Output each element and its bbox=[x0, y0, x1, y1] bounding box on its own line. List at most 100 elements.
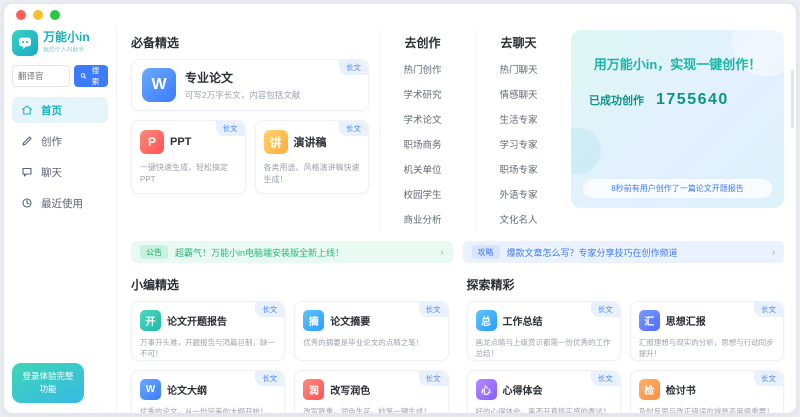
list-item[interactable]: 职场专家 bbox=[478, 156, 559, 181]
promo-panel[interactable]: 用万能小in，实现一键创作！ 已成功创作 1755640 8秒前有用户创作了一篇… bbox=[571, 30, 784, 208]
card-title: 论文大纲 bbox=[167, 382, 207, 397]
list-item[interactable]: 外语专家 bbox=[478, 181, 559, 206]
search-button-label: 搜索 bbox=[89, 65, 102, 87]
card-ppt[interactable]: P PPT 一键快速生成，轻松搞定PPT 长文 bbox=[131, 120, 246, 194]
long-form-badge: 长文 bbox=[591, 302, 620, 317]
card-title: 心得体会 bbox=[503, 382, 543, 397]
sidebar-item-home[interactable]: 首页 bbox=[12, 97, 108, 123]
list-item[interactable]: 商业分析 bbox=[382, 206, 463, 231]
list-item[interactable]: 生活专家 bbox=[478, 106, 559, 131]
section-create-list: 去创作 热门创作 学术研究 学术论文 职场商务 机关单位 校园学生 商业分析 bbox=[379, 30, 465, 231]
home-icon bbox=[21, 104, 33, 116]
sidebar-menu: 首页 创作 聊天 最近使用 bbox=[12, 97, 108, 216]
long-form-badge: 长文 bbox=[255, 371, 284, 386]
sidebar-item-create[interactable]: 创作 bbox=[12, 128, 108, 154]
search-icon bbox=[80, 72, 87, 80]
list-item[interactable]: 文化名人 bbox=[478, 206, 559, 231]
list-item[interactable]: 学术研究 bbox=[382, 81, 463, 106]
card-thesis-abstract[interactable]: 摘 论文摘要 优秀的摘要是毕业论文的点睛之笔！ 长文 bbox=[294, 301, 448, 361]
card-desc: 优秀的论文，从一份完美的大纲开始！ bbox=[140, 406, 276, 413]
long-form-badge: 长文 bbox=[255, 302, 284, 317]
card-rewrite-polish[interactable]: 润 改写润色 改写降重，润色生花，妙笔一键生成！ 长文 bbox=[294, 370, 448, 413]
sidebar-item-label: 首页 bbox=[41, 103, 62, 118]
app-window: 万能小in 我的个人AI助手 搜索 首页 创作 bbox=[3, 3, 797, 414]
long-form-badge: 长文 bbox=[339, 121, 368, 136]
fullscreen-button[interactable] bbox=[50, 10, 60, 20]
card-desc: 优秀的摘要是毕业论文的点睛之笔！ bbox=[303, 337, 439, 348]
card-thesis-proposal[interactable]: 开 论文开题报告 万事开头难，开题报告与鸿篇巨制，缺一不可！ 长文 bbox=[131, 301, 285, 361]
scrollbar[interactable] bbox=[791, 70, 794, 128]
logo: 万能小in 我的个人AI助手 bbox=[12, 28, 108, 65]
card-work-summary[interactable]: 总 工作总结 画龙点睛与上级赏识都需一份优秀的工作总结！ 长文 bbox=[467, 301, 621, 361]
promo-headline: 用万能小in，实现一键创作！ bbox=[583, 54, 772, 73]
card-desc: 可写2万字长文，内容包括文献 bbox=[185, 89, 300, 101]
card-title: 工作总结 bbox=[503, 313, 543, 328]
card-desc: 画龙点睛与上级赏识都需一份优秀的工作总结！ bbox=[476, 337, 612, 360]
login-button[interactable]: 登录体验完整功能 bbox=[12, 363, 84, 403]
notice-announcement[interactable]: 公告 超霸气！万能小in电脑端安装版全新上线！ › bbox=[131, 241, 453, 263]
section-editor-picks: 小编精选 开 论文开题报告 万事开头难，开题报告与鸿篇巨制，缺一不可！ 长文 bbox=[131, 272, 449, 413]
notice-guide[interactable]: 攻略 爆款文章怎么写？专家分享技巧在创作频道 › bbox=[463, 241, 785, 263]
long-form-badge: 长文 bbox=[419, 302, 448, 317]
card-title: 论文摘要 bbox=[330, 313, 370, 328]
section-chat-list: 去聊天 热门聊天 情感聊天 生活专家 学习专家 职场专家 外语专家 文化名人 bbox=[475, 30, 561, 231]
proposal-doc-icon: 开 bbox=[140, 310, 161, 331]
close-button[interactable] bbox=[16, 10, 26, 20]
search-button[interactable]: 搜索 bbox=[74, 65, 108, 87]
card-desc: 及时反思与改正错误的诚恳态度很重要！ bbox=[639, 406, 775, 413]
notice-text: 爆款文章怎么写？专家分享技巧在创作频道 bbox=[507, 246, 678, 259]
list-item[interactable]: 热门聊天 bbox=[478, 56, 559, 81]
list-item[interactable]: 职场商务 bbox=[382, 131, 463, 156]
list-item[interactable]: 学习专家 bbox=[478, 131, 559, 156]
app-title: 万能小in bbox=[43, 31, 92, 45]
minimize-button[interactable] bbox=[33, 10, 43, 20]
sidebar-item-label: 创作 bbox=[41, 134, 62, 149]
review-doc-icon: 检 bbox=[639, 379, 660, 400]
card-title: 演讲稿 bbox=[294, 134, 327, 150]
card-desc: 万事开头难，开题报告与鸿篇巨制，缺一不可！ bbox=[140, 337, 276, 360]
long-form-badge: 长文 bbox=[339, 60, 368, 75]
long-form-badge: 长文 bbox=[754, 371, 783, 386]
card-speech[interactable]: 讲 演讲稿 各类用途、风格演讲稿快速生成！ 长文 bbox=[255, 120, 370, 194]
section-explore: 探索精彩 总 工作总结 画龙点睛与上级赏识都需一份优秀的工作总结！ 长文 bbox=[467, 272, 785, 413]
long-form-badge: 长文 bbox=[754, 302, 783, 317]
card-thesis-outline[interactable]: W 论文大纲 优秀的论文，从一份完美的大纲开始！ 长文 bbox=[131, 370, 285, 413]
long-form-badge: 长文 bbox=[591, 371, 620, 386]
guide-badge: 攻略 bbox=[472, 245, 500, 259]
card-thought-report[interactable]: 汇 思想汇报 汇报理想与现实的分析，思想与行动同步提升！ 长文 bbox=[630, 301, 784, 361]
abstract-doc-icon: 摘 bbox=[303, 310, 324, 331]
sidebar: 万能小in 我的个人AI助手 搜索 首页 创作 bbox=[4, 26, 117, 413]
card-reflections[interactable]: 心 心得体会 好的心得体会，离不开真情实感的表达！ 长文 bbox=[467, 370, 621, 413]
card-title: 思想汇报 bbox=[666, 313, 706, 328]
chevron-right-icon: › bbox=[441, 247, 444, 257]
main-content: 必备精选 W 专业论文 可写2万字长文，内容包括文献 长文 P bbox=[117, 26, 796, 413]
chat-icon bbox=[21, 166, 33, 178]
card-desc: 各类用途、风格演讲稿快速生成！ bbox=[264, 162, 361, 187]
sidebar-item-label: 最近使用 bbox=[41, 196, 83, 211]
report-doc-icon: 汇 bbox=[639, 310, 660, 331]
card-desc: 一键快速生成，轻松搞定PPT bbox=[140, 162, 237, 187]
sidebar-item-chat[interactable]: 聊天 bbox=[12, 159, 108, 185]
card-desc: 汇报理想与现实的分析，思想与行动同步提升！ bbox=[639, 337, 775, 360]
sidebar-item-recent[interactable]: 最近使用 bbox=[12, 190, 108, 216]
list-item[interactable]: 学术论文 bbox=[382, 106, 463, 131]
section-title: 去创作 bbox=[382, 34, 463, 51]
list-item[interactable]: 情感聊天 bbox=[478, 81, 559, 106]
ppt-icon: P bbox=[140, 130, 164, 154]
card-professional-paper[interactable]: W 专业论文 可写2万字长文，内容包括文献 长文 bbox=[131, 59, 369, 111]
long-form-badge: 长文 bbox=[419, 371, 448, 386]
app-tagline: 我的个人AI助手 bbox=[43, 46, 84, 55]
card-self-review[interactable]: 检 检讨书 及时反思与改正错误的诚恳态度很重要！ 长文 bbox=[630, 370, 784, 413]
card-desc: 好的心得体会，离不开真情实感的表达！ bbox=[476, 406, 612, 413]
search-input[interactable] bbox=[12, 65, 70, 87]
section-title: 小编精选 bbox=[131, 276, 449, 293]
list-item[interactable]: 校园学生 bbox=[382, 181, 463, 206]
chevron-right-icon: › bbox=[772, 247, 775, 257]
reflection-doc-icon: 心 bbox=[476, 379, 497, 400]
announcement-badge: 公告 bbox=[140, 245, 168, 259]
list-item[interactable]: 机关单位 bbox=[382, 156, 463, 181]
list-item[interactable]: 热门创作 bbox=[382, 56, 463, 81]
promo-stat-value: 1755640 bbox=[656, 91, 729, 109]
promo-ticker: 8秒前有用户创作了一篇论文开题报告 bbox=[583, 179, 772, 198]
card-title: 改写润色 bbox=[330, 382, 370, 397]
